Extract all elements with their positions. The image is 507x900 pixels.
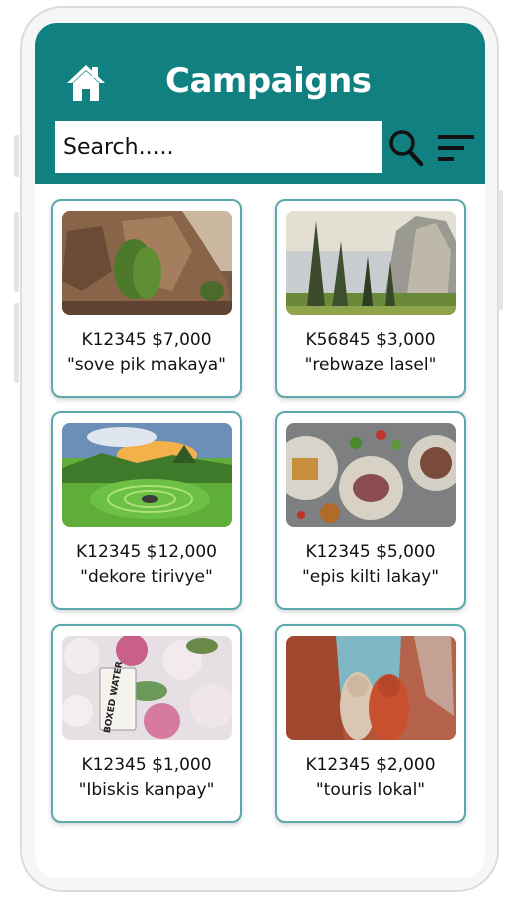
campaign-card[interactable]: K12345 $5,000 "epis kilti lakay" [275,411,466,610]
app-screen: Campaigns Search..... K12345 $7,000 "sov… [35,23,485,878]
campaign-image [286,423,456,527]
campaign-code-amount: K12345 $1,000 [81,755,212,775]
campaign-image: BOXED WATER [62,636,232,740]
home-icon[interactable] [65,63,107,103]
campaign-name: "dekore tirivye" [80,567,213,587]
campaign-name: "sove pik makaya" [66,355,226,375]
campaign-image [286,636,456,740]
campaign-code-amount: K12345 $2,000 [305,755,436,775]
campaign-code-amount: K12345 $7,000 [81,330,212,350]
campaign-name: "touris lokal" [315,780,426,800]
campaign-card[interactable]: K12345 $12,000 "dekore tirivye" [51,411,242,610]
campaign-image [62,423,232,527]
campaign-code-amount: K56845 $3,000 [305,330,436,350]
campaign-image [62,211,232,315]
filter-icon[interactable] [436,133,476,163]
campaign-card[interactable]: BOXED WATER K12345 $1,000 "Ibiskis kanpa… [51,624,242,823]
campaign-name: "epis kilti lakay" [301,567,440,587]
search-icon[interactable] [388,129,424,167]
phone-volume-down-button [14,303,19,383]
campaign-name: "Ibiskis kanpay" [78,780,215,800]
search-input[interactable] [55,121,382,173]
phone-volume-up-button [14,212,19,292]
campaign-image [286,211,456,315]
campaign-card[interactable]: K12345 $7,000 "sove pik makaya" [51,199,242,398]
campaign-card[interactable]: K56845 $3,000 "rebwaze lasel" [275,199,466,398]
campaign-name: "rebwaze lasel" [304,355,437,375]
campaign-code-amount: K12345 $12,000 [76,542,217,562]
phone-power-button [498,190,503,310]
phone-side-button [14,135,19,177]
campaign-code-amount: K12345 $5,000 [305,542,436,562]
campaign-card[interactable]: K12345 $2,000 "touris lokal" [275,624,466,823]
app-header: Campaigns [35,23,485,184]
page-title: Campaigns [165,61,372,101]
